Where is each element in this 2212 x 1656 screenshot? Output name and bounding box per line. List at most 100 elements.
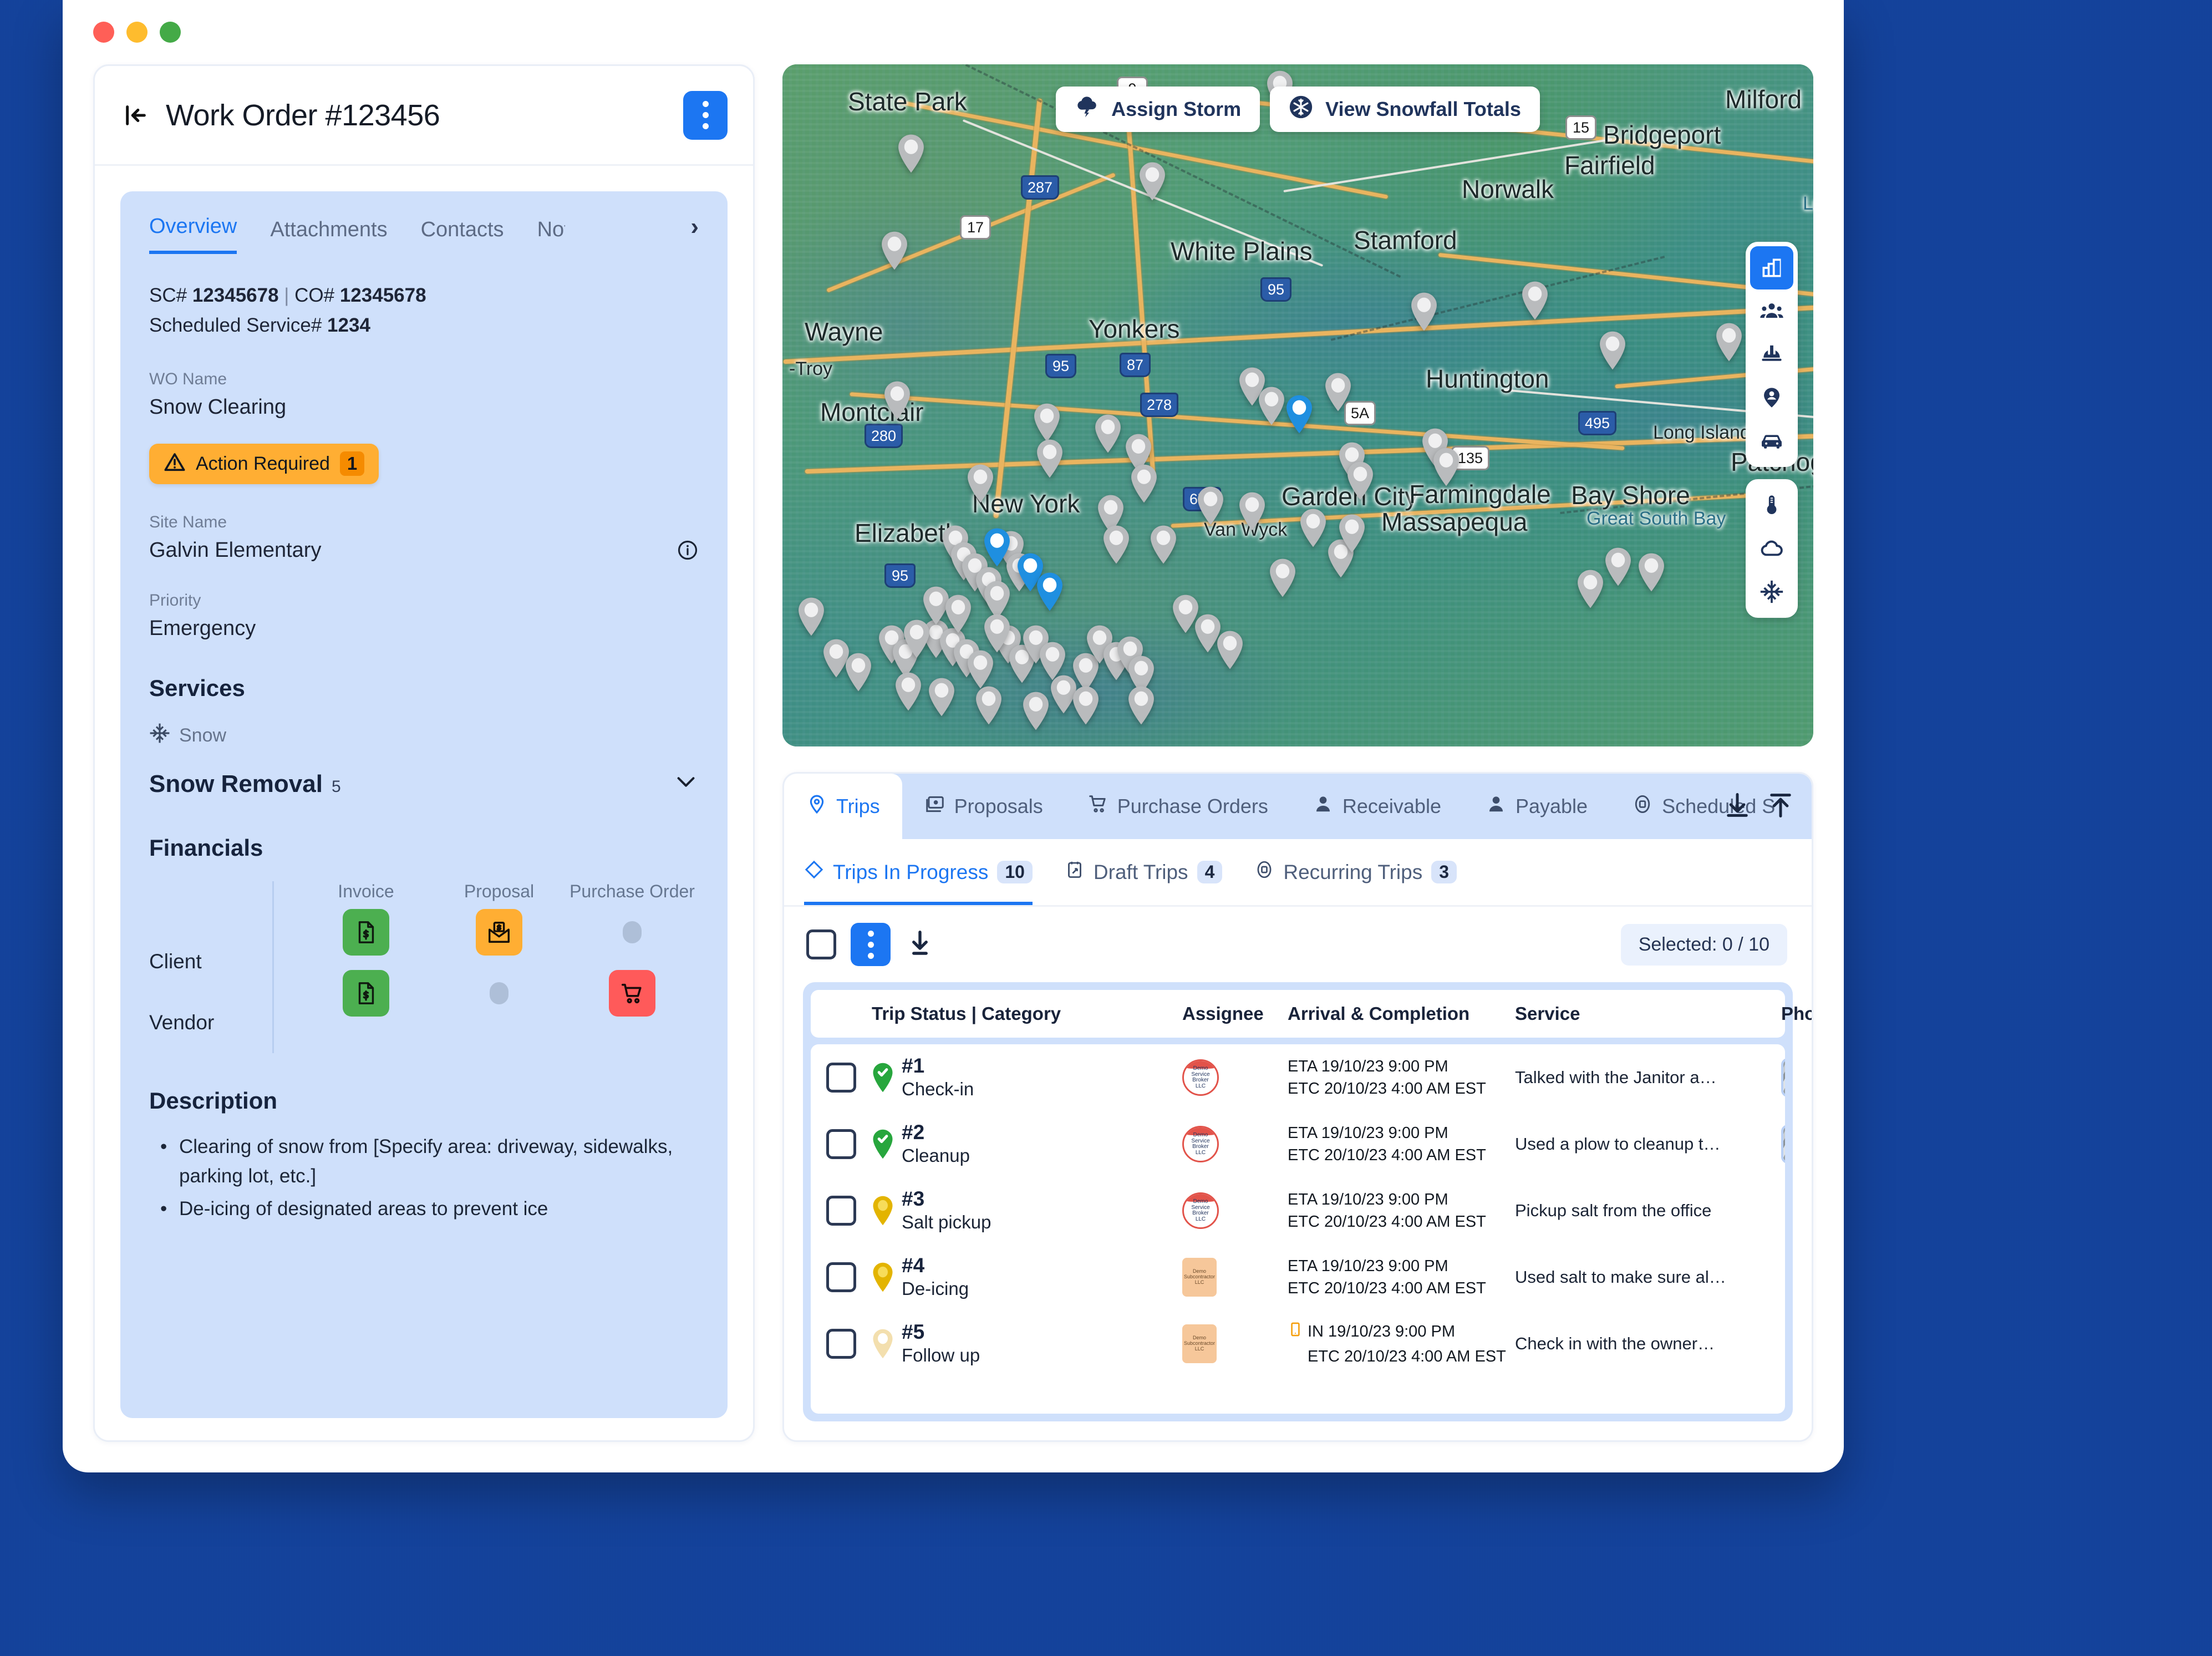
upload-icon[interactable] <box>1766 791 1795 822</box>
person-icon <box>1486 794 1507 820</box>
table-toolbar: Selected: 0 / 10 <box>784 907 1812 982</box>
financials-row-labels: Client Vendor <box>149 881 272 1053</box>
trip-status-pin-icon <box>872 1195 894 1226</box>
trip-photos-thumbnail[interactable]: 2 <box>1781 1058 1785 1097</box>
service-item-name: Snow Removal <box>149 770 323 797</box>
work-order-panel: Work Order #123456 Overview Attachments … <box>93 64 755 1442</box>
tab-overview[interactable]: Overview <box>149 215 237 254</box>
trip-service-note: Used salt to make sure al… <box>1515 1267 1726 1287</box>
work-order-more-button[interactable] <box>683 90 728 140</box>
invoice-doc-icon[interactable] <box>343 969 389 1017</box>
action-required-count: 1 <box>339 451 365 476</box>
storm-map[interactable]: 915172879595872782806789525A25274951355A… <box>782 64 1813 746</box>
trip-category: Salt pickup <box>902 1212 991 1233</box>
service-item-count: 5 <box>331 778 341 796</box>
thermometer-icon[interactable] <box>1750 484 1793 527</box>
cart-icon <box>1087 794 1108 820</box>
view-snowfall-totals-label: View Snowfall Totals <box>1325 98 1521 120</box>
sc-value: 12345678 <box>192 285 279 306</box>
tab-notes[interactable]: Notes <box>537 218 565 254</box>
tab-proposals[interactable]: Proposals <box>902 774 1065 839</box>
collapse-left-icon[interactable] <box>120 100 151 131</box>
diamond-icon <box>804 860 824 885</box>
site-name-value: Galvin Elementary <box>149 538 322 562</box>
row-checkbox[interactable] <box>826 1329 856 1359</box>
close-window-button[interactable] <box>93 22 114 43</box>
service-category-label: Snow <box>179 724 227 746</box>
tab-trips[interactable]: Trips <box>784 774 902 839</box>
person-pin-icon[interactable] <box>1750 376 1793 419</box>
wo-name-field: WO Name Snow Clearing <box>149 370 699 419</box>
trip-arrival-completion: ETA 19/10/23 9:00 PM ETC 20/10/23 4:00 AM… <box>1288 1190 1486 1231</box>
row-checkbox[interactable] <box>826 1129 856 1159</box>
financials-cell-client-proposal <box>433 902 566 963</box>
sub-tab-draft-trips-label: Draft Trips <box>1093 860 1188 883</box>
sub-tab-draft-trips[interactable]: Draft Trips 4 <box>1065 839 1223 905</box>
table-row[interactable]: #5 Follow up Demo Subcontractor LLC IN 19/10/… <box>811 1310 1785 1377</box>
wo-name-label: WO Name <box>149 369 227 388</box>
row-checkbox[interactable] <box>826 1063 856 1093</box>
assign-storm-button[interactable]: Assign Storm <box>1056 87 1260 132</box>
site-name-field: Site Name Galvin Elementary <box>149 513 699 562</box>
car-icon[interactable] <box>1750 419 1793 463</box>
service-item-snow-removal[interactable]: Snow Removal 5 <box>149 769 699 800</box>
tabs-next-icon[interactable]: › <box>690 213 699 241</box>
chevron-down-icon[interactable] <box>673 769 699 800</box>
financials-heading: Financials <box>149 834 263 861</box>
trip-status-pin-icon <box>872 1129 894 1160</box>
table-body: #1 Check-in Demo Service Broker LLC ETA 19/10/… <box>811 1044 1785 1414</box>
table-row[interactable]: #1 Check-in Demo Service Broker LLC ETA 19/10/… <box>811 1044 1785 1111</box>
sub-tab-trips-in-progress-label: Trips In Progress <box>833 860 989 883</box>
snowflake-icon[interactable] <box>1750 570 1793 613</box>
map-weather-layers <box>1746 479 1798 618</box>
info-icon[interactable] <box>677 539 699 561</box>
assign-storm-label: Assign Storm <box>1111 98 1242 120</box>
entity-tab-bar: Trips Proposals Purchase Orders Receivab… <box>784 774 1812 839</box>
financials-cell-client-invoice <box>299 902 433 963</box>
select-all-checkbox[interactable] <box>806 929 836 959</box>
empty-dot <box>623 921 642 943</box>
buildings-icon[interactable] <box>1750 246 1793 289</box>
sub-tab-trips-in-progress[interactable]: Trips In Progress 10 <box>804 839 1033 905</box>
service-call-ids: SC# 12345678 | CO# 12345678 <box>149 281 699 311</box>
storm-cloud-icon <box>1075 95 1099 124</box>
trip-service-note: Pickup salt from the office <box>1515 1201 1712 1220</box>
download-icon[interactable] <box>905 928 935 961</box>
tab-purchase-orders[interactable]: Purchase Orders <box>1065 774 1290 839</box>
action-required-badge[interactable]: Action Required 1 <box>149 443 379 484</box>
service-category-chip: Snow <box>149 723 699 749</box>
row-checkbox[interactable] <box>826 1262 856 1292</box>
trip-arrival-completion: ETA 19/10/23 9:00 PM ETC 20/10/23 4:00 AM… <box>1288 1057 1486 1098</box>
cloud-icon[interactable] <box>1750 527 1793 570</box>
entity-tab-actions <box>1723 774 1795 839</box>
header-trip-status: Trip Status | Category <box>872 1003 1061 1024</box>
financials-row-label-vendor: Vendor <box>149 1010 215 1034</box>
table-header-row: Trip Status | Category Assignee Arrival … <box>811 990 1812 1038</box>
minimize-window-button[interactable] <box>126 22 148 43</box>
table-row[interactable]: #3 Salt pickup Demo Service Broker LLC ETA 19/… <box>811 1177 1785 1244</box>
hard-hat-icon[interactable] <box>1750 333 1793 376</box>
table-row[interactable]: #4 De-icing Demo Subcontractor LLC ETA 19/10/… <box>811 1244 1785 1310</box>
proposal-envelope-icon[interactable] <box>476 908 522 956</box>
bulk-actions-button[interactable] <box>851 923 891 966</box>
maximize-window-button[interactable] <box>160 22 181 43</box>
map-entity-layers <box>1746 242 1798 467</box>
tab-attachments[interactable]: Attachments <box>270 218 387 254</box>
tab-receivable[interactable]: Receivable <box>1290 774 1463 839</box>
trip-category: De-icing <box>902 1278 969 1299</box>
view-snowfall-totals-button[interactable]: View Snowfall Totals <box>1270 87 1540 132</box>
download-icon[interactable] <box>1723 791 1752 822</box>
sub-tab-recurring-trips[interactable]: Recurring Trips 3 <box>1254 839 1457 905</box>
tab-contacts[interactable]: Contacts <box>421 218 504 254</box>
row-checkbox[interactable] <box>826 1196 856 1226</box>
financials-column-headers: Invoice Proposal Purchase Order <box>299 881 699 902</box>
tab-payable[interactable]: Payable <box>1463 774 1610 839</box>
table-row[interactable]: #2 Cleanup Demo Service Broker LLC ETA 19/10/2… <box>811 1111 1785 1177</box>
sub-tab-recurring-trips-label: Recurring Trips <box>1283 860 1423 883</box>
invoice-doc-icon[interactable] <box>343 908 389 956</box>
shopping-cart-icon[interactable] <box>609 969 655 1017</box>
trip-photos-thumbnail[interactable]: 7 <box>1781 1125 1785 1164</box>
map-route-shield: 135 <box>1451 446 1490 470</box>
people-group-icon[interactable] <box>1750 289 1793 333</box>
trip-id: #3 <box>902 1187 925 1211</box>
